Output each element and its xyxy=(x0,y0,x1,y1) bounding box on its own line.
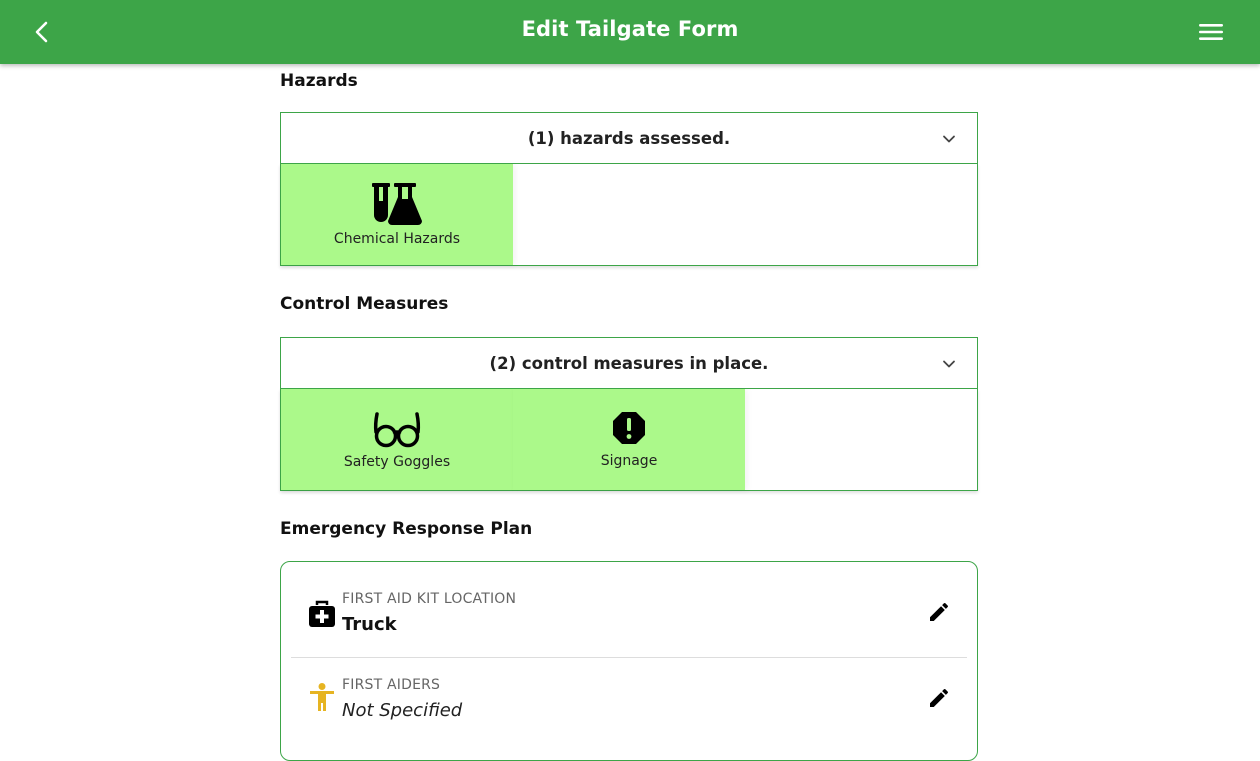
control-tile-safety-goggles[interactable]: Safety Goggles xyxy=(281,389,513,490)
control-measures-summary: (2) control measures in place. xyxy=(489,353,769,373)
hazards-dropdown[interactable]: (1) hazards assessed. xyxy=(280,112,978,164)
first-aid-kit-icon xyxy=(309,600,335,627)
first-aiders-caption: FIRST AIDERS xyxy=(342,677,441,693)
app-bar: Edit Tailgate Form xyxy=(0,0,1260,64)
person-icon xyxy=(310,683,334,711)
control-tile-signage[interactable]: Signage xyxy=(513,389,745,490)
first-aiders-value: Not Specified xyxy=(342,700,463,721)
edit-pencil-icon[interactable] xyxy=(927,600,951,624)
emergency-response-card: FIRST AID KIT LOCATION Truck FIRST AIDER… xyxy=(280,561,978,761)
control-measures-tiles: Safety Goggles Signage xyxy=(280,389,978,491)
hazards-heading: Hazards xyxy=(280,71,358,91)
hazard-tile-label: Chemical Hazards xyxy=(333,230,461,247)
form-content: Hazards (1) hazards assessed. Chemical H… xyxy=(280,64,978,761)
chevron-down-icon xyxy=(943,135,955,143)
warning-octagon-icon xyxy=(613,411,645,444)
hazard-tile-chemical[interactable]: Chemical Hazards xyxy=(281,164,513,265)
control-measures-heading: Control Measures xyxy=(280,294,449,314)
first-aiders-row: FIRST AIDERS Not Specified xyxy=(281,658,977,748)
hazards-summary: (1) hazards assessed. xyxy=(527,128,731,148)
hazards-tiles: Chemical Hazards xyxy=(280,164,978,266)
first-aid-kit-value: Truck xyxy=(342,614,397,635)
goggles-icon xyxy=(373,411,421,447)
edit-pencil-icon[interactable] xyxy=(927,686,951,710)
first-aid-kit-row: FIRST AID KIT LOCATION Truck xyxy=(281,562,977,652)
control-measures-dropdown[interactable]: (2) control measures in place. xyxy=(280,337,978,389)
page-title: Edit Tailgate Form xyxy=(521,17,739,41)
control-tile-label: Safety Goggles xyxy=(343,453,451,470)
chemical-flask-icon xyxy=(372,182,422,225)
menu-button[interactable] xyxy=(1196,18,1226,46)
emergency-response-heading: Emergency Response Plan xyxy=(280,519,533,539)
first-aid-kit-caption: FIRST AID KIT LOCATION xyxy=(342,591,517,607)
control-tile-label: Signage xyxy=(600,452,658,469)
hamburger-menu-icon xyxy=(1199,24,1223,40)
chevron-down-icon xyxy=(943,360,955,368)
